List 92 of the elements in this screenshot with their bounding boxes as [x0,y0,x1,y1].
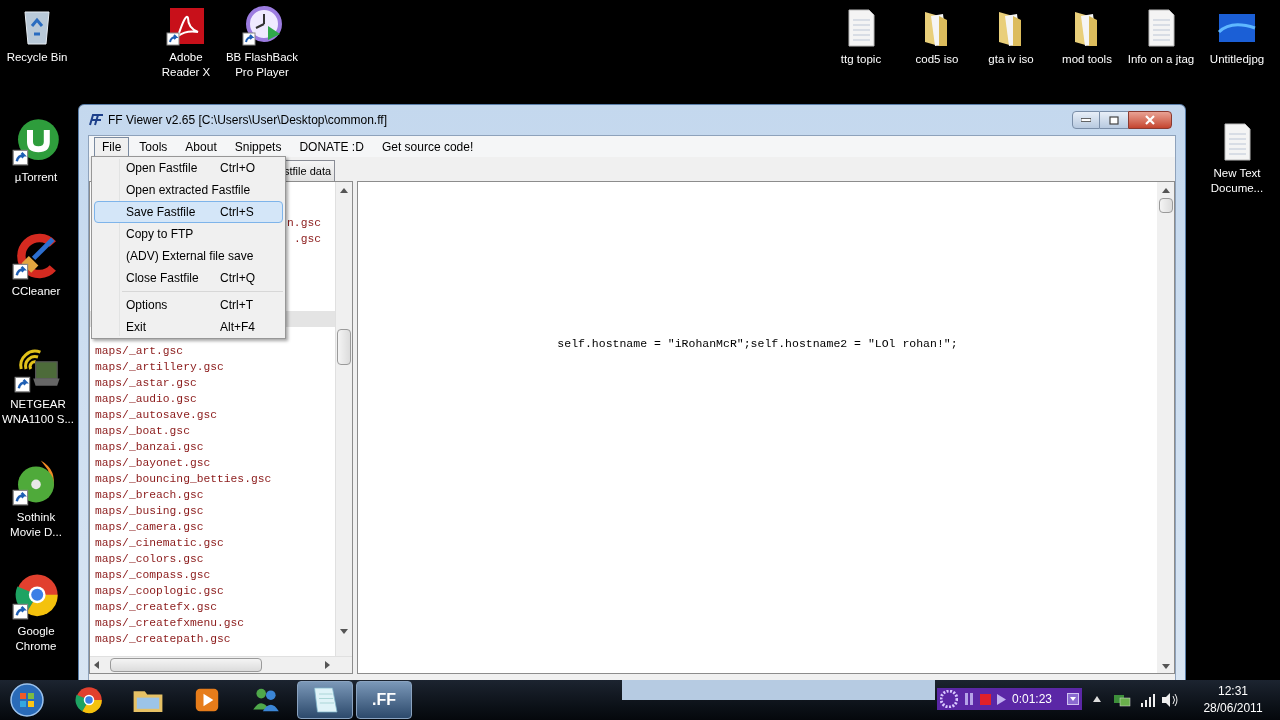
file-list-item[interactable]: maps/_cinematic.gsc [95,537,224,549]
chrome-browser-icon [12,572,60,620]
file-list-item[interactable]: maps/_banzai.gsc [95,441,204,453]
desktop-icon-label[interactable]: cod5 iso [915,52,959,67]
file-list-item[interactable]: maps/_createfxmenu.gsc [95,617,245,629]
file-list-item[interactable]: maps/_astar.gsc [95,377,197,389]
scroll-up-arrow-icon [1161,188,1170,193]
menu-option[interactable]: Options Ctrl+T [94,294,283,316]
network-icon[interactable] [1113,692,1131,708]
desktop-icon-label[interactable]: Google Chrome [0,624,74,654]
desktop-icon-label[interactable]: CCleaner [11,284,61,299]
show-hidden-icons-icon[interactable] [1093,696,1101,702]
minimize-icon [1081,118,1091,122]
menu-item[interactable]: File [94,136,130,157]
file-list-item[interactable]: maps/_cooplogic.gsc [95,585,224,597]
utorrent-icon [12,118,60,166]
scroll-left-arrow-icon [94,661,99,669]
start-button[interactable] [7,681,47,719]
play-icon[interactable] [997,693,1006,705]
desktop-icon-label[interactable]: NETGEAR WNA1100 S... [0,397,76,427]
volume-icon[interactable] [1161,692,1179,708]
desktop-icon-label[interactable]: Adobe Reader X [156,50,216,80]
menu-option[interactable]: Close Fastfile Ctrl+Q [94,267,283,289]
file-list-item[interactable]: maps/_breach.gsc [95,489,204,501]
pause-icon[interactable] [964,693,974,705]
app-logo-icon [88,114,104,126]
windows-logo-icon [10,683,44,717]
menu-item[interactable]: DONATE :D [291,136,372,157]
file-list-item[interactable]: maps/_bouncing_betties.gsc [95,473,272,485]
window-title: FF Viewer v2.65 [C:\Users\User\Desktop\common.ff] [108,112,387,129]
scrollbar-thumb[interactable] [110,658,262,672]
vertical-scrollbar[interactable] [335,182,352,656]
file-list-item[interactable]: maps/_bayonet.gsc [95,457,211,469]
file-list-item[interactable]: maps/_artillery.gsc [95,361,224,373]
file-list-item[interactable]: n.gsc [287,215,321,231]
recorder-logo-icon [940,690,958,708]
menu-option[interactable]: Open Fastfile Ctrl+O [94,157,283,179]
menu-item[interactable]: Get source code! [373,136,482,157]
file-list-item[interactable]: maps/_busing.gsc [95,505,204,517]
file-list-item[interactable]: maps/_art.gsc [95,345,184,357]
file-list-item[interactable]: maps/_colors.gsc [95,553,204,565]
signal-icon[interactable] [1140,693,1156,707]
desktop-icon-label[interactable]: Info on a jtag [1127,52,1195,67]
maximize-button[interactable] [1100,111,1128,129]
menu-option[interactable]: Exit Alt+F4 [94,316,283,338]
menu-option[interactable]: Open extracted Fastfile [94,179,283,201]
file-list-item[interactable]: maps/_audio.gsc [95,393,197,405]
menu-item[interactable]: Tools [131,136,176,157]
file-list-item[interactable]: maps/_compass.gsc [95,569,211,581]
recording-time: 0:01:23 [1012,691,1053,708]
desktop-icon-label[interactable]: µTorrent [14,170,58,185]
scroll-right-arrow-icon [325,661,330,669]
horizontal-scrollbar[interactable] [90,656,352,673]
vertical-scrollbar[interactable] [1157,182,1174,673]
scroll-down-arrow-icon [1161,664,1170,669]
desktop-icon-label[interactable]: Recycle Bin [6,50,68,65]
media-player-icon [193,686,221,714]
desktop-icon-label[interactable]: Untitledjpg [1209,52,1265,67]
taskbar-button[interactable]: .FF [356,681,412,719]
close-button[interactable] [1128,111,1172,129]
clock[interactable]: 12:31 28/06/2011 [1200,683,1266,717]
file-list-item[interactable]: maps/_boat.gsc [95,425,190,437]
menu-option[interactable]: Copy to FTP [94,223,283,245]
desktop-icon-label[interactable]: ttg topic [840,52,882,67]
file-list-item[interactable]: maps/_createfx.gsc [95,601,218,613]
clock-date: 28/06/2011 [1203,700,1263,717]
desktop-icon-label[interactable]: mod tools [1062,52,1112,67]
file-list-item[interactable]: maps/_createpath.gsc [95,633,231,645]
file-list-item[interactable]: maps/_camera.gsc [95,521,204,533]
menu-option[interactable]: Save Fastfile Ctrl+S [94,201,283,223]
desktop-icon-label[interactable]: New Text Docume... [1197,166,1277,196]
scroll-down-arrow-icon [340,629,348,634]
menu-item[interactable]: About [177,136,225,157]
menu-item[interactable]: Snippets [226,136,290,157]
desktop-icon-label[interactable]: Sothink Movie D... [5,510,67,540]
pdf-document-icon [166,6,206,46]
file-list-item[interactable]: .gsc [293,231,321,247]
minimize-button[interactable] [1072,111,1100,129]
scrollbar-thumb[interactable] [1158,198,1173,213]
desktop-icon-label[interactable]: gta iv iso [988,52,1034,67]
taskbar-button[interactable] [297,681,353,719]
file-list-item[interactable]: maps/_autosave.gsc [95,409,218,421]
chrome-browser-icon [74,685,104,715]
desktop-icon-label[interactable]: BB FlashBack Pro Player [222,50,302,80]
clock-icon [242,6,282,46]
scroll-up-arrow-icon [340,188,348,193]
clock-time: 12:31 [1218,683,1248,700]
code-text[interactable]: self.hostname = "iRohanMcR";self.hostname2 = "LOl rohan!"; [557,337,958,350]
scrollbar-thumb[interactable] [337,329,351,365]
menu-option[interactable]: (ADV) External file save [94,245,283,267]
restore-icon [1109,115,1119,125]
close-icon [1144,115,1156,125]
